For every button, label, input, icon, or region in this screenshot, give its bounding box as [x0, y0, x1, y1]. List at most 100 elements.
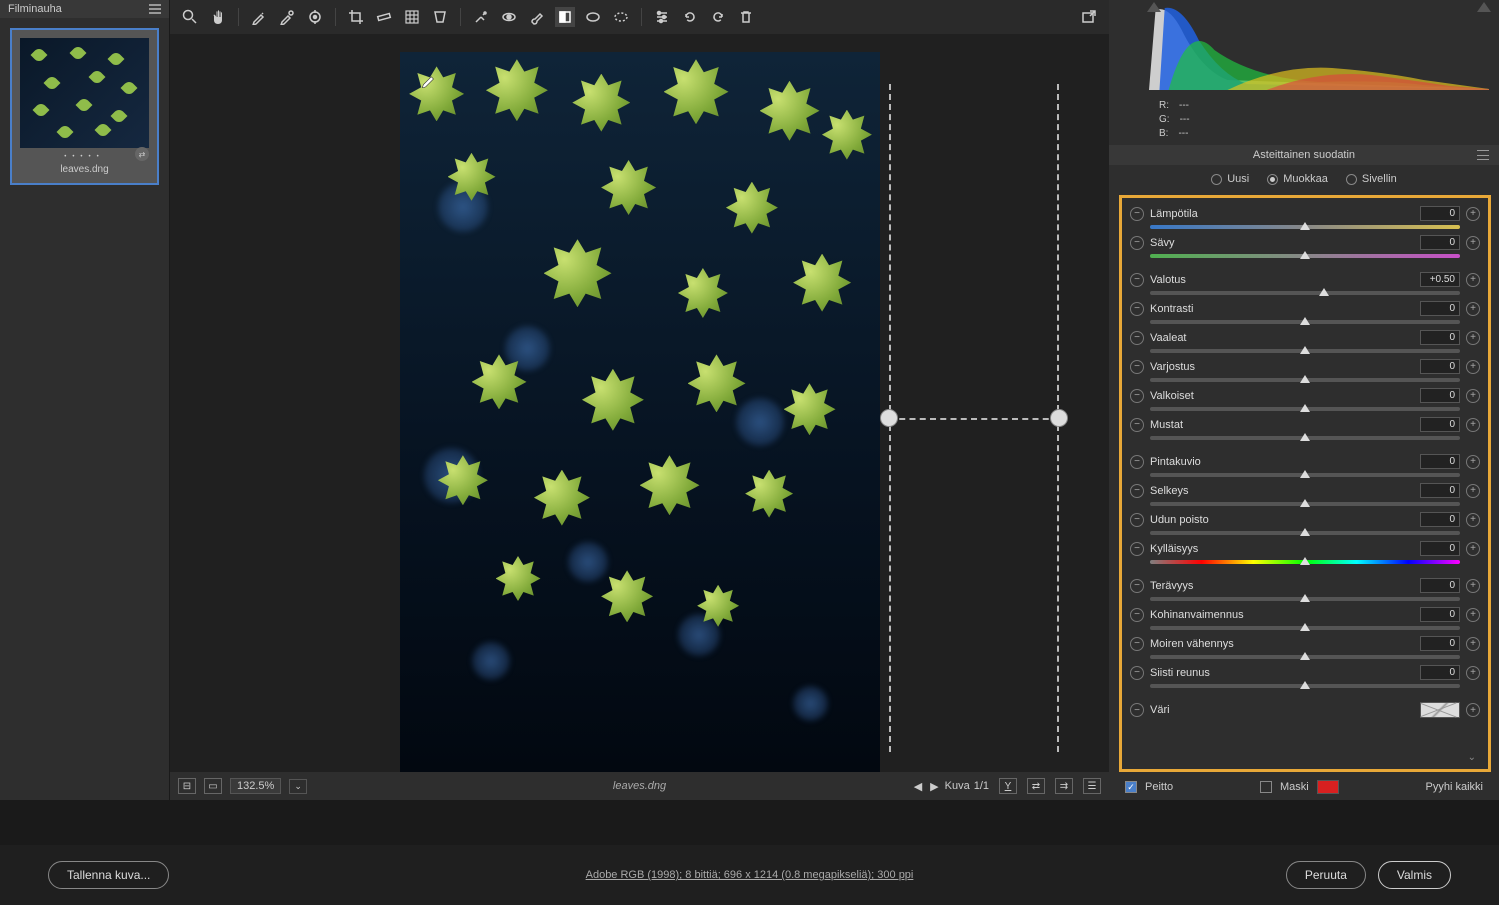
- thumbnail-settings-badge[interactable]: ⇄: [135, 147, 149, 161]
- moire-minus[interactable]: −: [1130, 637, 1144, 651]
- preferences-icon[interactable]: [652, 7, 672, 27]
- tint-track[interactable]: [1150, 254, 1460, 258]
- grid-toggle-icon[interactable]: ⊟: [178, 778, 196, 794]
- panel-menu-icon[interactable]: [1477, 150, 1489, 160]
- whites-minus[interactable]: −: [1130, 389, 1144, 403]
- saturation-track[interactable]: [1150, 560, 1460, 564]
- moire-track[interactable]: [1150, 655, 1460, 659]
- defringe-track[interactable]: [1150, 684, 1460, 688]
- color-minus[interactable]: −: [1130, 703, 1144, 717]
- saturation-plus[interactable]: +: [1466, 542, 1480, 556]
- radial-filter-tool-icon[interactable]: [583, 7, 603, 27]
- pager-prev-icon[interactable]: ◀: [912, 780, 924, 793]
- contrast-thumb[interactable]: [1300, 317, 1310, 325]
- mask-checkbox[interactable]: [1260, 781, 1272, 793]
- rotate-cw-icon[interactable]: [708, 7, 728, 27]
- mask-color-swatch[interactable]: [1317, 780, 1339, 794]
- exposure-minus[interactable]: −: [1130, 273, 1144, 287]
- mode-edit[interactable]: Muokkaa: [1267, 173, 1328, 185]
- color-plus[interactable]: +: [1466, 703, 1480, 717]
- exposure-track[interactable]: [1150, 291, 1460, 295]
- contrast-plus[interactable]: +: [1466, 302, 1480, 316]
- dehaze-track[interactable]: [1150, 531, 1460, 535]
- sharpness-value[interactable]: [1420, 578, 1460, 593]
- shadows-plus[interactable]: +: [1466, 360, 1480, 374]
- clarity-minus[interactable]: −: [1130, 484, 1144, 498]
- highlights-minus[interactable]: −: [1130, 331, 1144, 345]
- clarity-plus[interactable]: +: [1466, 484, 1480, 498]
- cancel-button[interactable]: Peruuta: [1286, 861, 1366, 889]
- exposure-plus[interactable]: +: [1466, 273, 1480, 287]
- saturation-thumb[interactable]: [1300, 557, 1310, 565]
- shadows-value[interactable]: [1420, 359, 1460, 374]
- clear-all-link[interactable]: Pyyhi kaikki: [1426, 781, 1483, 793]
- defringe-thumb[interactable]: [1300, 681, 1310, 689]
- blacks-value[interactable]: [1420, 417, 1460, 432]
- overlay-checkbox[interactable]: ✓: [1125, 781, 1137, 793]
- open-object-icon[interactable]: [1079, 7, 1099, 27]
- contrast-track[interactable]: [1150, 320, 1460, 324]
- before-after-toggle-icon[interactable]: Y: [999, 778, 1017, 794]
- mode-new[interactable]: Uusi: [1211, 173, 1249, 185]
- shadows-track[interactable]: [1150, 378, 1460, 382]
- white-balance-tool-icon[interactable]: [249, 7, 269, 27]
- sharpness-track[interactable]: [1150, 597, 1460, 601]
- saturation-minus[interactable]: −: [1130, 542, 1144, 556]
- blacks-thumb[interactable]: [1300, 433, 1310, 441]
- noise-value[interactable]: [1420, 607, 1460, 622]
- texture-minus[interactable]: −: [1130, 455, 1144, 469]
- done-button[interactable]: Valmis: [1378, 861, 1451, 889]
- dehaze-thumb[interactable]: [1300, 528, 1310, 536]
- temp-plus[interactable]: +: [1466, 207, 1480, 221]
- defringe-minus[interactable]: −: [1130, 666, 1144, 680]
- whites-track[interactable]: [1150, 407, 1460, 411]
- moire-plus[interactable]: +: [1466, 637, 1480, 651]
- image-info-link[interactable]: Adobe RGB (1998); 8 bittiä; 696 x 1214 (…: [586, 869, 914, 881]
- dehaze-minus[interactable]: −: [1130, 513, 1144, 527]
- thumbnail-selected[interactable]: ••••• ⇄ leaves.dng: [10, 28, 159, 185]
- clarity-track[interactable]: [1150, 502, 1460, 506]
- targeted-adjust-tool-icon[interactable]: [305, 7, 325, 27]
- clarity-value[interactable]: [1420, 483, 1460, 498]
- color-swatch[interactable]: [1420, 702, 1460, 718]
- whites-plus[interactable]: +: [1466, 389, 1480, 403]
- filmstrip-menu-icon[interactable]: [149, 4, 161, 14]
- temp-minus[interactable]: −: [1130, 207, 1144, 221]
- tint-value[interactable]: [1420, 235, 1460, 250]
- zoom-dropdown-icon[interactable]: ⌄: [289, 779, 307, 794]
- contrast-minus[interactable]: −: [1130, 302, 1144, 316]
- save-image-button[interactable]: Tallenna kuva...: [48, 861, 169, 889]
- sliders-icon[interactable]: ☰: [1083, 778, 1101, 794]
- mode-brush[interactable]: Sivellin: [1346, 173, 1397, 185]
- zoom-level[interactable]: 132.5%: [230, 778, 281, 794]
- zoom-tool-icon[interactable]: [180, 7, 200, 27]
- sharpness-minus[interactable]: −: [1130, 579, 1144, 593]
- clarity-thumb[interactable]: [1300, 499, 1310, 507]
- blacks-plus[interactable]: +: [1466, 418, 1480, 432]
- guided-transform-icon[interactable]: [402, 7, 422, 27]
- exposure-value[interactable]: [1420, 272, 1460, 287]
- spot-removal-tool-icon[interactable]: [471, 7, 491, 27]
- temp-thumb[interactable]: [1300, 222, 1310, 230]
- blacks-track[interactable]: [1150, 436, 1460, 440]
- contrast-value[interactable]: [1420, 301, 1460, 316]
- noise-thumb[interactable]: [1300, 623, 1310, 631]
- dehaze-value[interactable]: [1420, 512, 1460, 527]
- pager-next-icon[interactable]: ▶: [928, 780, 940, 793]
- tint-plus[interactable]: +: [1466, 236, 1480, 250]
- noise-track[interactable]: [1150, 626, 1460, 630]
- highlights-thumb[interactable]: [1300, 346, 1310, 354]
- temp-value[interactable]: [1420, 206, 1460, 221]
- saturation-value[interactable]: [1420, 541, 1460, 556]
- texture-value[interactable]: [1420, 454, 1460, 469]
- crop-tool-icon[interactable]: [346, 7, 366, 27]
- canvas[interactable]: [170, 34, 1109, 772]
- graduated-filter-overlay[interactable]: [889, 84, 1059, 752]
- shadows-thumb[interactable]: [1300, 375, 1310, 383]
- color-sampler-tool-icon[interactable]: [277, 7, 297, 27]
- defringe-value[interactable]: [1420, 665, 1460, 680]
- moire-thumb[interactable]: [1300, 652, 1310, 660]
- sharpness-thumb[interactable]: [1300, 594, 1310, 602]
- texture-plus[interactable]: +: [1466, 455, 1480, 469]
- hand-tool-icon[interactable]: [208, 7, 228, 27]
